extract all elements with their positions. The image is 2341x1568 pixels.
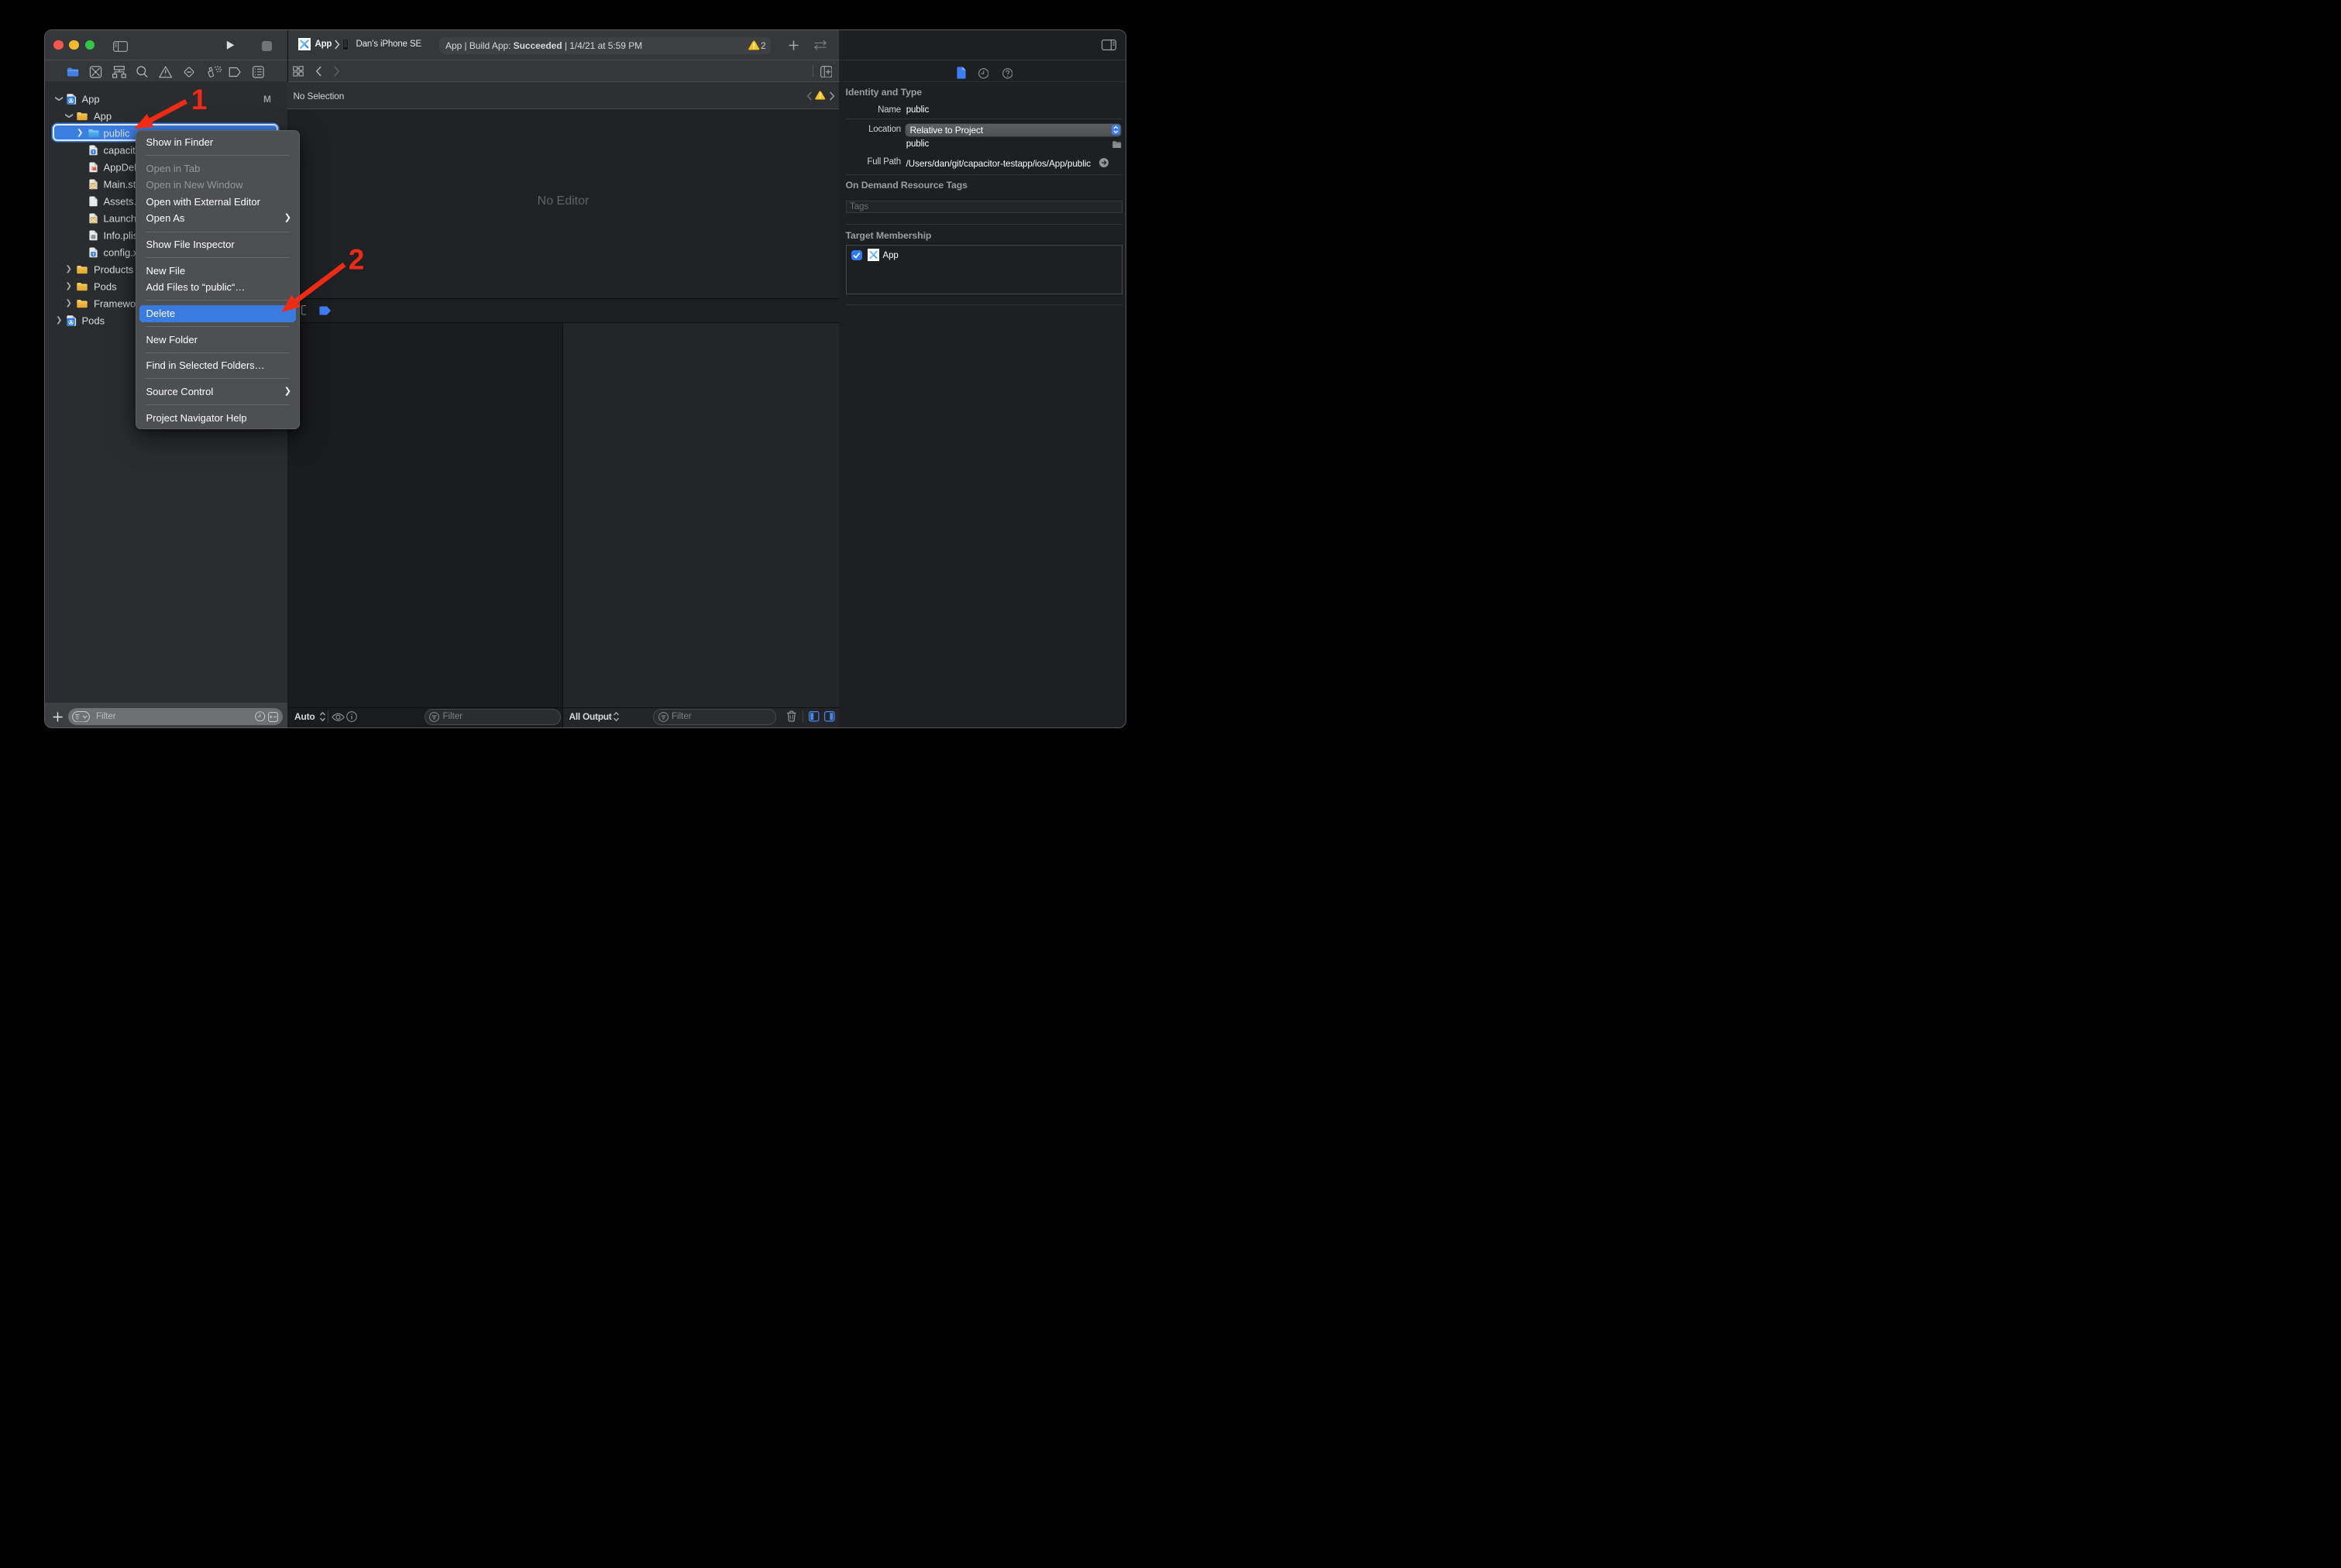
svg-text:2: 2 xyxy=(349,244,365,276)
svg-text:1: 1 xyxy=(191,84,208,115)
